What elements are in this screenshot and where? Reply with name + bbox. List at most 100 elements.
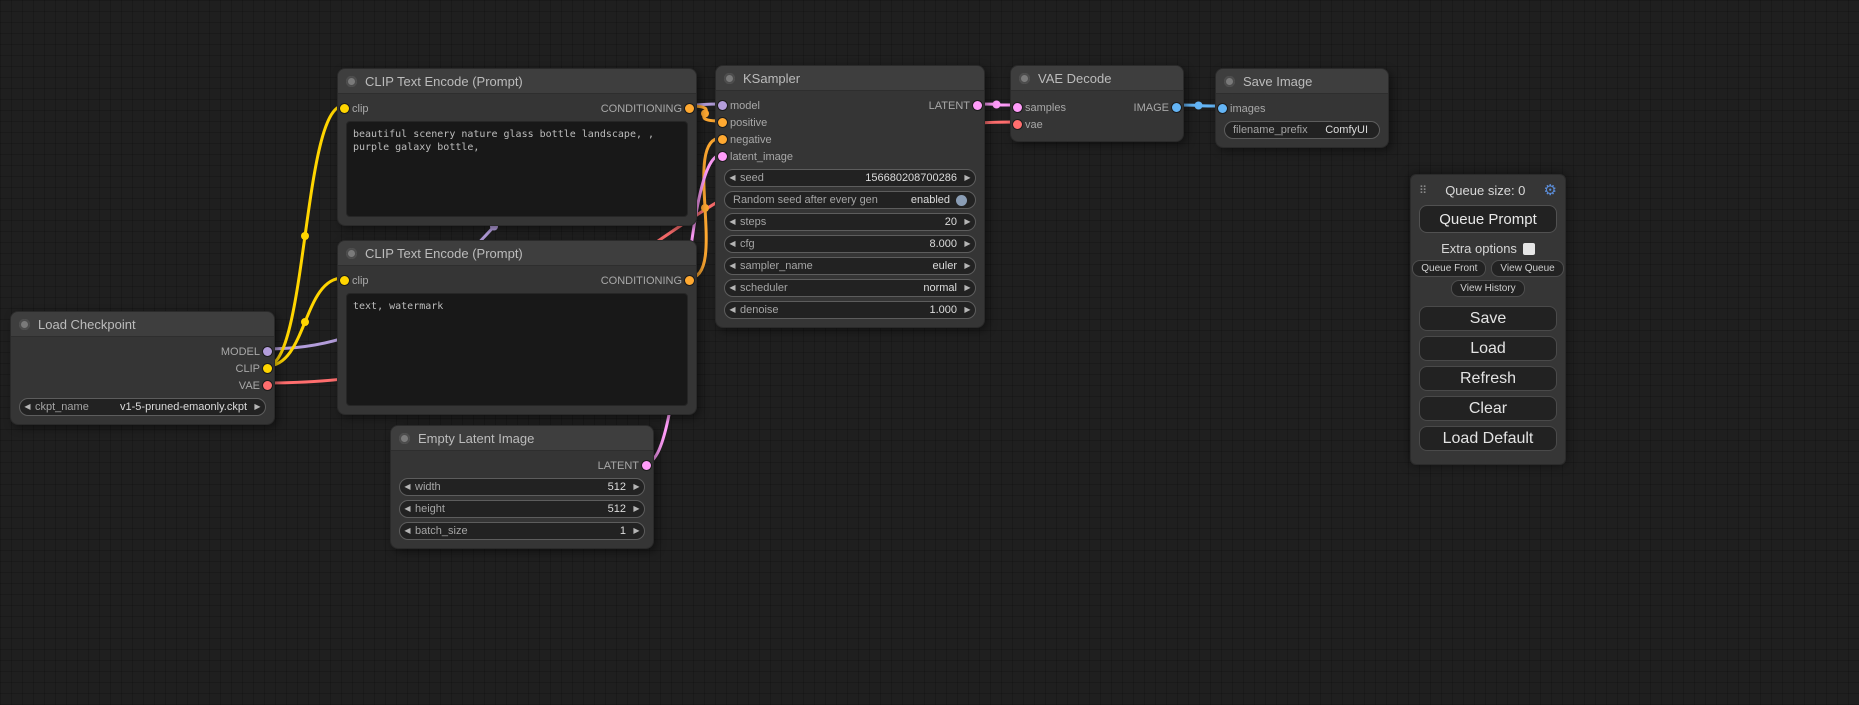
output-slot-latent[interactable]: [642, 461, 651, 470]
widget-batch-size[interactable]: ◀ batch_size 1 ▶: [399, 522, 645, 540]
arrow-left-icon[interactable]: ◀: [725, 236, 740, 252]
arrow-right-icon[interactable]: ▶: [629, 479, 644, 495]
input-slot-images[interactable]: [1218, 104, 1227, 113]
input-slot-clip[interactable]: [340, 104, 349, 113]
save-button[interactable]: Save: [1419, 306, 1557, 331]
widget-ckpt-name[interactable]: ◀ ckpt_name v1-5-pruned-emaonly.ckpt ▶: [19, 398, 266, 416]
widget-label: height: [415, 503, 605, 515]
positive-prompt-textarea[interactable]: beautiful scenery nature glass bottle la…: [346, 121, 688, 217]
queue-prompt-button[interactable]: Queue Prompt: [1419, 205, 1557, 233]
input-slot-vae[interactable]: [1013, 120, 1022, 129]
input-slot-latent-image[interactable]: [718, 152, 727, 161]
widget-cfg[interactable]: ◀ cfg 8.000 ▶: [724, 235, 976, 253]
node-title: VAE Decode: [1038, 71, 1111, 86]
widget-random-seed[interactable]: Random seed after every gen enabled: [724, 191, 976, 209]
extra-options-row: Extra options: [1411, 241, 1565, 256]
widget-value: 156680208700286: [865, 172, 957, 184]
node-titlebar[interactable]: KSampler: [716, 66, 984, 91]
node-titlebar[interactable]: Load Checkpoint: [11, 312, 274, 337]
output-slot-vae[interactable]: [263, 381, 272, 390]
node-clip-text-encode-positive[interactable]: CLIP Text Encode (Prompt) clip CONDITION…: [337, 68, 697, 226]
input-slot-positive[interactable]: [718, 118, 727, 127]
extra-options-checkbox[interactable]: [1523, 243, 1535, 255]
output-slot-model[interactable]: [263, 347, 272, 356]
widget-scheduler[interactable]: ◀ scheduler normal ▶: [724, 279, 976, 297]
node-titlebar[interactable]: VAE Decode: [1011, 66, 1183, 91]
arrow-left-icon[interactable]: ◀: [725, 258, 740, 274]
link-midpoint-clip-to-positive: [301, 232, 309, 240]
history-mini-buttons: View History: [1411, 280, 1565, 297]
queue-front-button[interactable]: Queue Front: [1412, 260, 1486, 277]
arrow-right-icon[interactable]: ▶: [960, 258, 975, 274]
arrow-right-icon[interactable]: ▶: [960, 280, 975, 296]
view-history-button[interactable]: View History: [1451, 280, 1524, 297]
load-default-button[interactable]: Load Default: [1419, 426, 1557, 451]
view-queue-button[interactable]: View Queue: [1491, 260, 1563, 277]
link-midpoint-conditioning-positive: [701, 110, 709, 118]
output-slot-clip[interactable]: [263, 364, 272, 373]
drag-handle-icon[interactable]: ⠿: [1419, 184, 1427, 197]
collapse-dot[interactable]: [346, 76, 357, 87]
collapse-dot[interactable]: [1224, 76, 1235, 87]
node-vae-decode[interactable]: VAE Decode samples IMAGE vae: [1010, 65, 1184, 142]
node-titlebar[interactable]: CLIP Text Encode (Prompt): [338, 69, 696, 94]
node-empty-latent-image[interactable]: Empty Latent Image LATENT ◀ width 512 ▶ …: [390, 425, 654, 549]
graph-canvas[interactable]: Load Checkpoint MODEL CLIP VAE: [0, 0, 1859, 705]
collapse-dot[interactable]: [724, 73, 735, 84]
load-button[interactable]: Load: [1419, 336, 1557, 361]
arrow-left-icon[interactable]: ◀: [725, 214, 740, 230]
widget-seed[interactable]: ◀ seed 156680208700286 ▶: [724, 169, 976, 187]
widget-height[interactable]: ◀ height 512 ▶: [399, 500, 645, 518]
widget-filename-prefix[interactable]: filename_prefix ComfyUI: [1224, 121, 1380, 139]
arrow-left-icon[interactable]: ◀: [400, 501, 415, 517]
arrow-right-icon[interactable]: ▶: [250, 399, 265, 415]
output-slot-conditioning[interactable]: [685, 104, 694, 113]
settings-gear-icon[interactable]: ⚙: [1544, 181, 1557, 199]
arrow-right-icon[interactable]: ▶: [960, 170, 975, 186]
clear-button[interactable]: Clear: [1419, 396, 1557, 421]
collapse-dot[interactable]: [19, 319, 30, 330]
node-titlebar[interactable]: CLIP Text Encode (Prompt): [338, 241, 696, 266]
queue-menu-panel[interactable]: ⠿ Queue size: 0 ⚙ Queue Prompt Extra opt…: [1410, 174, 1566, 465]
node-title: Save Image: [1243, 74, 1312, 89]
arrow-right-icon[interactable]: ▶: [960, 236, 975, 252]
arrow-left-icon[interactable]: ◀: [725, 280, 740, 296]
arrow-left-icon[interactable]: ◀: [400, 479, 415, 495]
node-clip-text-encode-negative[interactable]: CLIP Text Encode (Prompt) clip CONDITION…: [337, 240, 697, 415]
input-slot-model[interactable]: [718, 101, 727, 110]
input-slot-negative[interactable]: [718, 135, 727, 144]
input-slot-samples[interactable]: [1013, 103, 1022, 112]
arrow-right-icon[interactable]: ▶: [960, 214, 975, 230]
arrow-left-icon[interactable]: ◀: [725, 170, 740, 186]
arrow-right-icon[interactable]: ▶: [629, 501, 644, 517]
node-load-checkpoint[interactable]: Load Checkpoint MODEL CLIP VAE: [10, 311, 275, 425]
output-label-conditioning: CONDITIONING: [601, 103, 682, 115]
collapse-dot[interactable]: [346, 248, 357, 259]
node-titlebar[interactable]: Empty Latent Image: [391, 426, 653, 451]
widget-width[interactable]: ◀ width 512 ▶: [399, 478, 645, 496]
widget-label: steps: [740, 216, 942, 228]
input-label-model: model: [730, 100, 760, 112]
node-titlebar[interactable]: Save Image: [1216, 69, 1388, 94]
negative-prompt-textarea[interactable]: text, watermark: [346, 293, 688, 406]
node-ksampler[interactable]: KSampler model LATENT positive: [715, 65, 985, 328]
arrow-left-icon[interactable]: ◀: [400, 523, 415, 539]
arrow-right-icon[interactable]: ▶: [960, 302, 975, 318]
refresh-button[interactable]: Refresh: [1419, 366, 1557, 391]
arrow-left-icon[interactable]: ◀: [20, 399, 35, 415]
widget-denoise[interactable]: ◀ denoise 1.000 ▶: [724, 301, 976, 319]
node-save-image[interactable]: Save Image images filename_prefix ComfyU…: [1215, 68, 1389, 148]
collapse-dot[interactable]: [399, 433, 410, 444]
arrow-right-icon[interactable]: ▶: [629, 523, 644, 539]
output-slot-image[interactable]: [1172, 103, 1181, 112]
widget-sampler-name[interactable]: ◀ sampler_name euler ▶: [724, 257, 976, 275]
widget-value: 1: [620, 525, 626, 537]
output-slot-conditioning[interactable]: [685, 276, 694, 285]
output-slot-latent[interactable]: [973, 101, 982, 110]
arrow-left-icon[interactable]: ◀: [725, 302, 740, 318]
collapse-dot[interactable]: [1019, 73, 1030, 84]
widget-steps[interactable]: ◀ steps 20 ▶: [724, 213, 976, 231]
toggle-dot[interactable]: [956, 195, 967, 206]
input-slot-clip[interactable]: [340, 276, 349, 285]
queue-mini-buttons: Queue Front View Queue: [1411, 260, 1565, 277]
